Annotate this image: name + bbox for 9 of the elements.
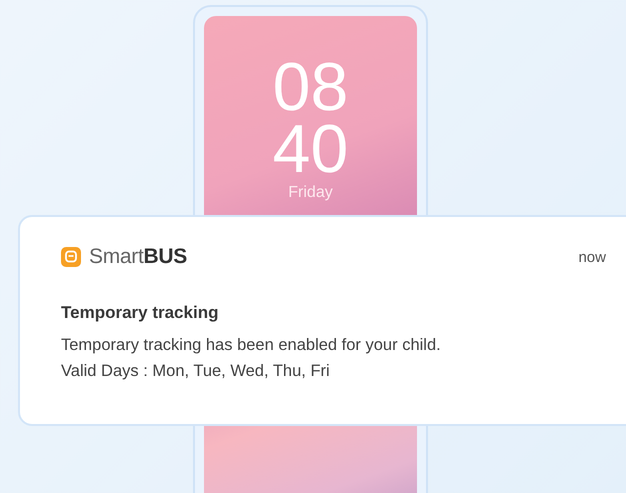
clock-hour: 08	[272, 56, 348, 118]
app-name: SmartBUS	[89, 245, 187, 269]
notification-card[interactable]: SmartBUS now Temporary tracking Temporary tracking has been enabled for your child. Valid Days : Mon, Tue, Wed, Thu, Fri	[18, 215, 626, 426]
clock-day: Friday	[288, 184, 333, 202]
notification-time: now	[578, 248, 606, 266]
notification-text: Valid Days : Mon, Tue, Wed, Thu, Fri	[61, 361, 330, 382]
notification-title: Temporary tracking	[61, 303, 220, 323]
clock-minute: 40	[272, 118, 348, 180]
notification-text: Temporary tracking has been enabled for your child.	[61, 335, 441, 356]
